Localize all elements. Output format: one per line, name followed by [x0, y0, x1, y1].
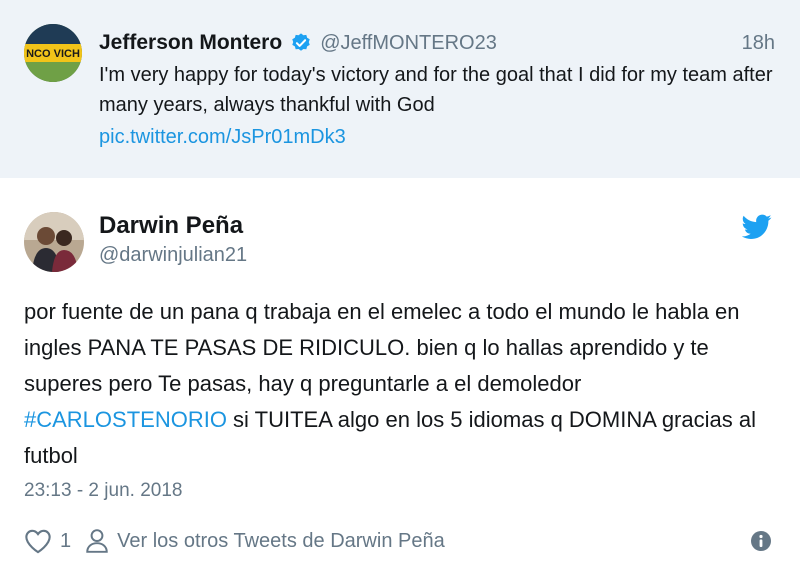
tweet-author-name[interactable]: Darwin Peña — [99, 212, 243, 240]
quoted-header: Jefferson Montero @JeffMONTERO23 — [99, 30, 497, 56]
tweet-text: por fuente de un pana q trabaja en el em… — [24, 294, 784, 474]
hashtag-link[interactable]: #CARLOSTENORIO — [24, 407, 227, 432]
tweet-text-part: por fuente de un pana q trabaja en el em… — [24, 299, 740, 396]
info-icon[interactable] — [750, 530, 772, 552]
more-tweets-link[interactable]: Ver los otros Tweets de Darwin Peña — [117, 530, 445, 553]
like-count[interactable]: 1 — [60, 530, 71, 553]
twitter-bird-icon[interactable] — [742, 214, 772, 240]
avatar-lettering: NCO VICH — [26, 48, 80, 60]
tweet-timestamp[interactable]: 23:13 - 2 jun. 2018 — [24, 480, 182, 502]
quoted-pic-link[interactable]: pic.twitter.com/JsPr01mDk3 — [99, 122, 346, 152]
quoted-tweet[interactable]: NCO VICH Jefferson Montero @JeffMONTERO2… — [0, 0, 800, 178]
quoted-timestamp[interactable]: 18h — [742, 32, 775, 55]
darwin-avatar[interactable] — [24, 212, 84, 272]
verified-badge-icon — [292, 33, 310, 51]
tweet-actions: 1 Ver los otros Tweets de Darwin Peña — [24, 524, 445, 558]
person-icon — [86, 529, 108, 553]
quoted-author-handle[interactable]: @JeffMONTERO23 — [320, 32, 497, 55]
heart-icon[interactable] — [24, 528, 52, 554]
jefferson-avatar[interactable]: NCO VICH — [24, 24, 82, 82]
tweet-author-handle[interactable]: @darwinjulian21 — [99, 244, 247, 267]
quoted-author-name[interactable]: Jefferson Montero — [99, 31, 282, 55]
quoted-tweet-text: I'm very happy for today's victory and f… — [99, 64, 773, 116]
